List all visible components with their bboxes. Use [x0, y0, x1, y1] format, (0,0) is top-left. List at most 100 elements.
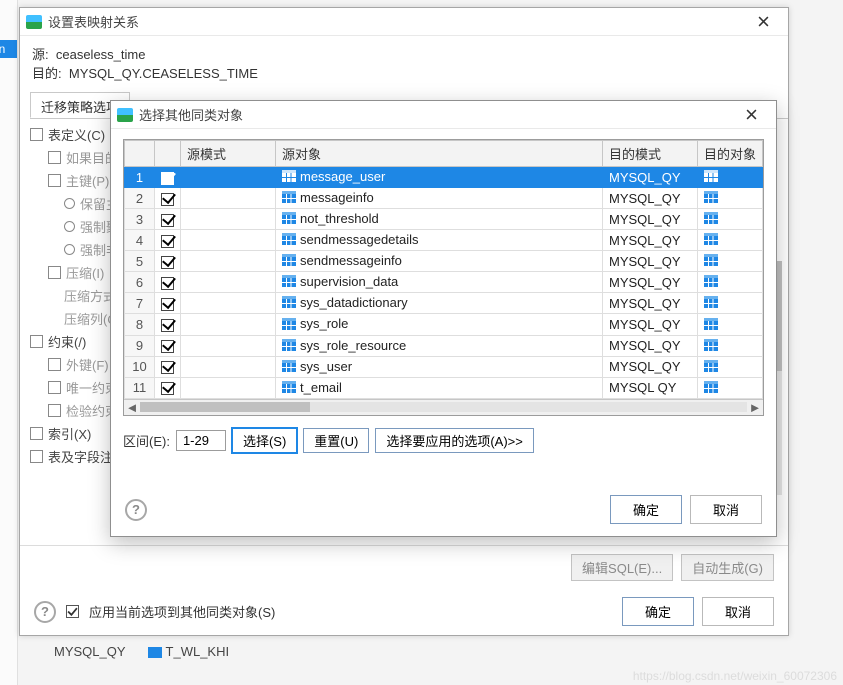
apply-label: 应用当前选项到其他同类对象(S) [89, 602, 275, 621]
close-icon [746, 109, 757, 120]
target-label: 目的: [32, 66, 62, 81]
inner-close-button[interactable] [732, 104, 770, 126]
reset-button[interactable]: 重置(U) [303, 428, 369, 453]
tree-index[interactable]: 索引(X) [48, 424, 91, 443]
dialog-title: 设置表映射关系 [48, 12, 744, 31]
horizontal-scrollbar[interactable]: ◄ ► [124, 399, 763, 415]
table-icon [704, 339, 718, 354]
watermark: https://blog.csdn.net/weixin_60072306 [633, 669, 837, 683]
inner-titlebar[interactable]: 选择其他同类对象 [111, 101, 776, 129]
table-icon [282, 296, 296, 311]
cancel-button[interactable]: 取消 [702, 597, 774, 626]
cell-target-object [698, 251, 763, 272]
cell-target-schema: MYSQL_QY [603, 356, 698, 377]
select-button[interactable]: 选择(S) [232, 428, 297, 453]
table-row[interactable]: 2messageinfoMYSQL_QY [125, 188, 763, 209]
row-checkbox[interactable] [161, 382, 174, 395]
inner-cancel-button[interactable]: 取消 [690, 495, 762, 524]
source-label: 源: [32, 47, 49, 62]
row-number: 6 [125, 272, 155, 293]
cell-source-object: supervision_data [276, 272, 603, 293]
radio-icon[interactable] [64, 198, 75, 209]
table-icon [704, 318, 718, 333]
table-icon [704, 191, 718, 206]
table-icon [282, 191, 296, 206]
row-checkbox[interactable] [161, 256, 174, 269]
cell-target-object [698, 356, 763, 377]
titlebar[interactable]: 设置表映射关系 [20, 8, 788, 36]
table-row[interactable]: 1message_userMYSQL_QY [125, 167, 763, 188]
table-row[interactable]: 11t_emailMYSQL QY [125, 377, 763, 398]
scroll-right-icon[interactable]: ► [747, 399, 763, 415]
row-number: 1 [125, 167, 155, 188]
tree-table-def[interactable]: 表定义(C) [48, 125, 105, 144]
row-number: 2 [125, 188, 155, 209]
target-value: MYSQL_QY.CEASELESS_TIME [69, 66, 258, 81]
scroll-left-icon[interactable]: ◄ [124, 399, 140, 415]
table-row[interactable]: 10sys_userMYSQL_QY [125, 356, 763, 377]
range-label: 区间(E): [123, 431, 170, 450]
edit-sql-button: 编辑SQL(E)... [571, 554, 673, 581]
table-row[interactable]: 5sendmessageinfoMYSQL_QY [125, 251, 763, 272]
row-checkbox[interactable] [161, 340, 174, 353]
table-icon [282, 339, 296, 354]
table-row[interactable]: 9sys_role_resourceMYSQL_QY [125, 335, 763, 356]
auto-generate-button: 自动生成(G) [681, 554, 774, 581]
row-number: 3 [125, 209, 155, 230]
row-number: 9 [125, 335, 155, 356]
range-input[interactable] [176, 430, 226, 451]
apply-checkbox[interactable] [66, 605, 79, 618]
scrollbar-thumb[interactable] [140, 402, 310, 412]
inner-help-button[interactable]: ? [125, 499, 147, 521]
row-checkbox[interactable] [161, 214, 174, 227]
row-checkbox[interactable] [161, 298, 174, 311]
cell-source-schema [181, 293, 276, 314]
table-icon [704, 275, 718, 290]
table-row[interactable]: 7sys_datadictionaryMYSQL_QY [125, 293, 763, 314]
cell-source-schema [181, 377, 276, 398]
tree-table-field[interactable]: 表及字段注 [48, 447, 113, 466]
table-icon [704, 212, 718, 227]
row-checkbox[interactable] [161, 277, 174, 290]
table-icon [282, 381, 296, 396]
row-checkbox[interactable] [161, 361, 174, 374]
cell-target-object [698, 335, 763, 356]
cell-source-object: t_email [276, 377, 603, 398]
row-checkbox[interactable] [161, 193, 174, 206]
cell-target-object [698, 167, 763, 188]
options-button[interactable]: 选择要应用的选项(A)>> [375, 428, 534, 453]
ok-button[interactable]: 确定 [622, 597, 694, 626]
table-row[interactable]: 4sendmessagedetailsMYSQL_QY [125, 230, 763, 251]
cell-target-object [698, 293, 763, 314]
checkbox-icon[interactable] [30, 128, 43, 141]
cell-source-object: not_threshold [276, 209, 603, 230]
row-checkbox[interactable] [161, 319, 174, 332]
tree-constraint[interactable]: 约束(/) [48, 332, 86, 351]
row-checkbox[interactable] [161, 235, 174, 248]
cell-target-schema: MYSQL_QY [603, 293, 698, 314]
cell-source-object: messageinfo [276, 188, 603, 209]
ide-sidebar: tin usenfoolo agn_ccti ecotin atrad _set… [0, 0, 18, 685]
col-source-schema[interactable]: 源模式 [181, 141, 276, 167]
table-icon [704, 296, 718, 311]
table-icon [704, 381, 718, 396]
background-list-row: MYSQL_QY T_WL_KHI [54, 644, 229, 659]
table-row[interactable]: 8sys_roleMYSQL_QY [125, 314, 763, 335]
cell-target-object [698, 230, 763, 251]
close-button[interactable] [744, 11, 782, 33]
col-source-object[interactable]: 源对象 [276, 141, 603, 167]
inner-ok-button[interactable]: 确定 [610, 495, 682, 524]
cell-source-schema [181, 272, 276, 293]
source-value: ceaseless_time [56, 47, 146, 62]
row-checkbox[interactable] [161, 172, 174, 185]
col-target-schema[interactable]: 目的模式 [603, 141, 698, 167]
table-row[interactable]: 3not_thresholdMYSQL_QY [125, 209, 763, 230]
row-number: 7 [125, 293, 155, 314]
table-row[interactable]: 6supervision_dataMYSQL_QY [125, 272, 763, 293]
cell-source-schema [181, 209, 276, 230]
app-icon [117, 108, 133, 122]
cell-source-schema [181, 314, 276, 335]
help-button[interactable]: ? [34, 601, 56, 623]
col-target-object[interactable]: 目的对象 [698, 141, 763, 167]
inner-title: 选择其他同类对象 [139, 105, 732, 124]
